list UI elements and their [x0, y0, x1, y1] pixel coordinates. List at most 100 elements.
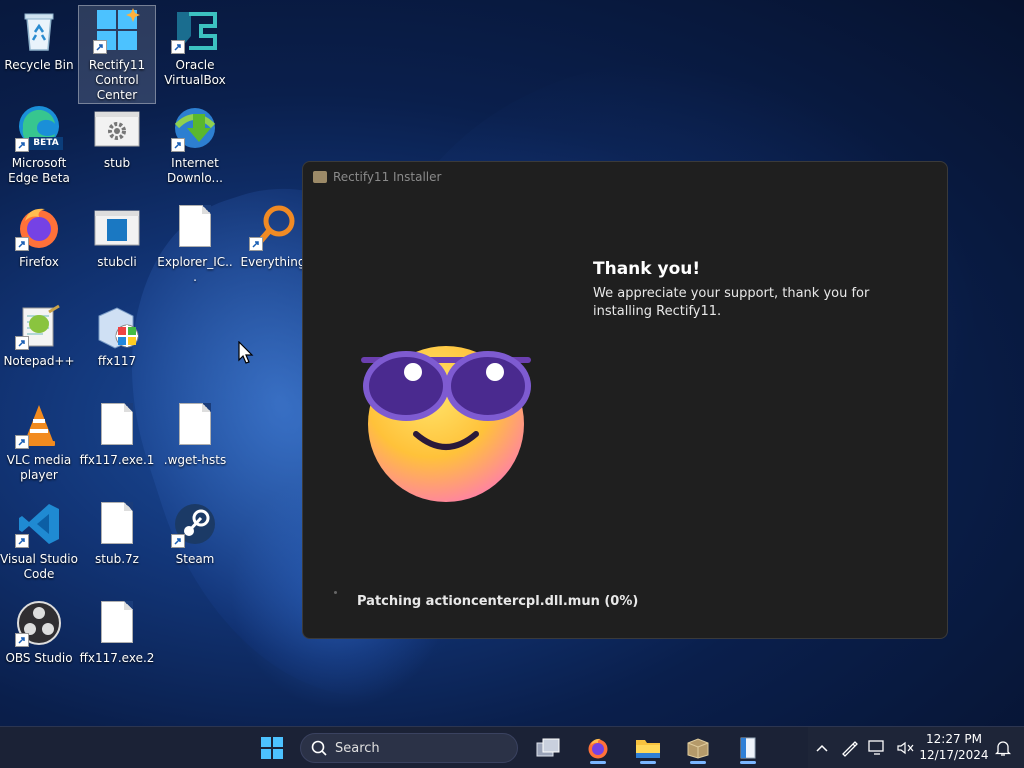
search-icon — [311, 740, 327, 756]
desktop-icon-label: OBS Studio — [5, 651, 73, 665]
shortcut-arrow-icon — [15, 336, 29, 350]
beta-badge: BETA — [29, 137, 63, 150]
desktop-icon-label: Oracle VirtualBox — [164, 58, 226, 87]
installer-window[interactable]: Rectify11 Installer Thank you! We apprec… — [302, 161, 948, 639]
desktop-icon-label: Rectify11 Control Center — [88, 58, 146, 102]
desktop-icon-recycle-bin[interactable]: Recycle Bin — [0, 6, 78, 73]
file-icon — [93, 401, 141, 449]
task-view-button[interactable] — [528, 732, 568, 764]
virtualbox-icon — [171, 6, 219, 54]
obs-icon — [15, 599, 63, 647]
desktop-icon-label: Everything — [240, 255, 306, 269]
shortcut-arrow-icon — [15, 534, 29, 548]
desktop-icon-idm[interactable]: Internet Downlo... — [156, 104, 234, 186]
desktop-icon-label: Steam — [175, 552, 215, 566]
task-view-icon — [536, 738, 560, 757]
desktop-icon-firefox[interactable]: Firefox — [0, 203, 78, 270]
taskbar-installer[interactable] — [678, 732, 718, 764]
desktop-icon-label: stub — [103, 156, 131, 170]
shortcut-arrow-icon — [15, 138, 29, 152]
desktop-icon-label: stubcli — [97, 255, 137, 269]
progress-status: Patching actioncentercpl.dll.mun (0%) — [357, 594, 639, 609]
gear-file-icon — [93, 104, 141, 152]
desktop-icon-explorer-ic[interactable]: Explorer_IC... — [156, 203, 234, 285]
notifications-button[interactable] — [988, 732, 1018, 764]
shortcut-arrow-icon — [171, 534, 185, 548]
shortcut-arrow-icon — [15, 237, 29, 251]
window-file-icon — [93, 203, 141, 251]
desktop-icon-wget-hsts[interactable]: .wget-hsts — [156, 401, 234, 468]
desktop-icon-label: Notepad++ — [3, 354, 75, 368]
desktop-icon-label: ffx117 — [97, 354, 137, 368]
chevron-up-icon — [816, 744, 828, 752]
notepad-icon — [740, 737, 756, 759]
shortcut-arrow-icon — [171, 138, 185, 152]
desktop-icon-steam[interactable]: Steam — [156, 500, 234, 567]
installer-box-icon — [313, 171, 327, 183]
desktop-icon-ffx117-exe-2[interactable]: ffx117.exe.2 — [78, 599, 156, 666]
file-icon — [171, 401, 219, 449]
shortcut-arrow-icon — [171, 40, 185, 54]
shortcut-arrow-icon — [93, 40, 107, 54]
desktop-icon-everything[interactable]: Everything — [234, 203, 312, 270]
installer-title: Rectify11 Installer — [333, 170, 442, 184]
volume-button[interactable] — [892, 732, 918, 764]
installer-box-icon — [687, 738, 709, 759]
windows-logo-icon — [261, 737, 283, 759]
volume-muted-icon — [897, 741, 914, 755]
desktop-icon-vlc[interactable]: VLC media player — [0, 401, 78, 483]
notepadpp-icon — [15, 302, 63, 350]
thanks-heading: Thank you! — [593, 259, 701, 279]
mouse-cursor-icon — [238, 340, 254, 369]
shortcut-arrow-icon — [15, 633, 29, 647]
network-button[interactable] — [864, 732, 890, 764]
desktop-icon-notepadpp[interactable]: Notepad++ — [0, 302, 78, 369]
desktop-icon-label: .wget-hsts — [163, 453, 227, 467]
taskbar-file-explorer[interactable] — [628, 732, 668, 764]
idm-icon — [171, 104, 219, 152]
desktop-icon-stub[interactable]: stub — [78, 104, 156, 171]
desktop-icon-ffx117-exe-1[interactable]: ffx117.exe.1 — [78, 401, 156, 468]
taskbar: Search 12:27 PM 12/17/2024 — [0, 726, 1024, 768]
desktop-icon-label: Recycle Bin — [4, 58, 74, 72]
clock-time: 12:27 PM — [926, 732, 982, 746]
file-explorer-icon — [636, 740, 660, 758]
network-icon — [868, 740, 884, 755]
file-icon — [171, 203, 219, 251]
show-hidden-icons-button[interactable] — [810, 732, 834, 764]
recycle-bin-icon — [15, 6, 63, 54]
taskbar-search[interactable]: Search — [300, 733, 518, 763]
taskbar-notepad[interactable] — [728, 732, 768, 764]
desktop-icon-label: stub.7z — [95, 552, 139, 566]
thanks-message: We appreciate your support, thank you fo… — [593, 286, 870, 319]
installer-icon — [93, 302, 141, 350]
taskbar-clock[interactable]: 12:27 PM 12/17/2024 — [918, 731, 990, 763]
desktop-icon-rectify11[interactable]: Rectify11 Control Center — [78, 5, 156, 104]
search-placeholder: Search — [335, 740, 380, 756]
desktop-icon-label: Internet Downlo... — [167, 156, 223, 185]
desktop-icon-obs[interactable]: OBS Studio — [0, 599, 78, 666]
vscode-icon — [15, 500, 63, 548]
progress-spinner — [334, 591, 337, 594]
pen-menu-button[interactable] — [836, 732, 862, 764]
installer-titlebar[interactable]: Rectify11 Installer — [303, 162, 947, 192]
desktop-icon-label: Visual Studio Code — [0, 552, 78, 581]
system-tray — [808, 727, 1024, 768]
desktop-icon-label: VLC media player — [6, 453, 72, 482]
desktop-icon-stubcli[interactable]: stubcli — [78, 203, 156, 270]
edge-beta-icon: BETA — [15, 104, 63, 152]
desktop-icon-ffx117[interactable]: ffx117 — [78, 302, 156, 369]
desktop-icon-label: Explorer_IC... — [157, 255, 233, 284]
desktop-icon-virtualbox[interactable]: Oracle VirtualBox — [156, 6, 234, 88]
pen-icon — [842, 741, 858, 757]
desktop-icon-edge-beta[interactable]: BETA Microsoft Edge Beta — [0, 104, 78, 186]
desktop-icon-vscode[interactable]: Visual Studio Code — [0, 500, 78, 582]
desktop-icon-stub-7z[interactable]: stub.7z — [78, 500, 156, 567]
shortcut-arrow-icon — [15, 435, 29, 449]
desktop-icon-label: ffx117.exe.2 — [79, 651, 155, 665]
start-button[interactable] — [252, 732, 292, 764]
vlc-icon — [15, 401, 63, 449]
firefox-icon — [588, 738, 608, 759]
taskbar-firefox[interactable] — [578, 732, 618, 764]
desktop-icon-label: Microsoft Edge Beta — [8, 156, 70, 185]
